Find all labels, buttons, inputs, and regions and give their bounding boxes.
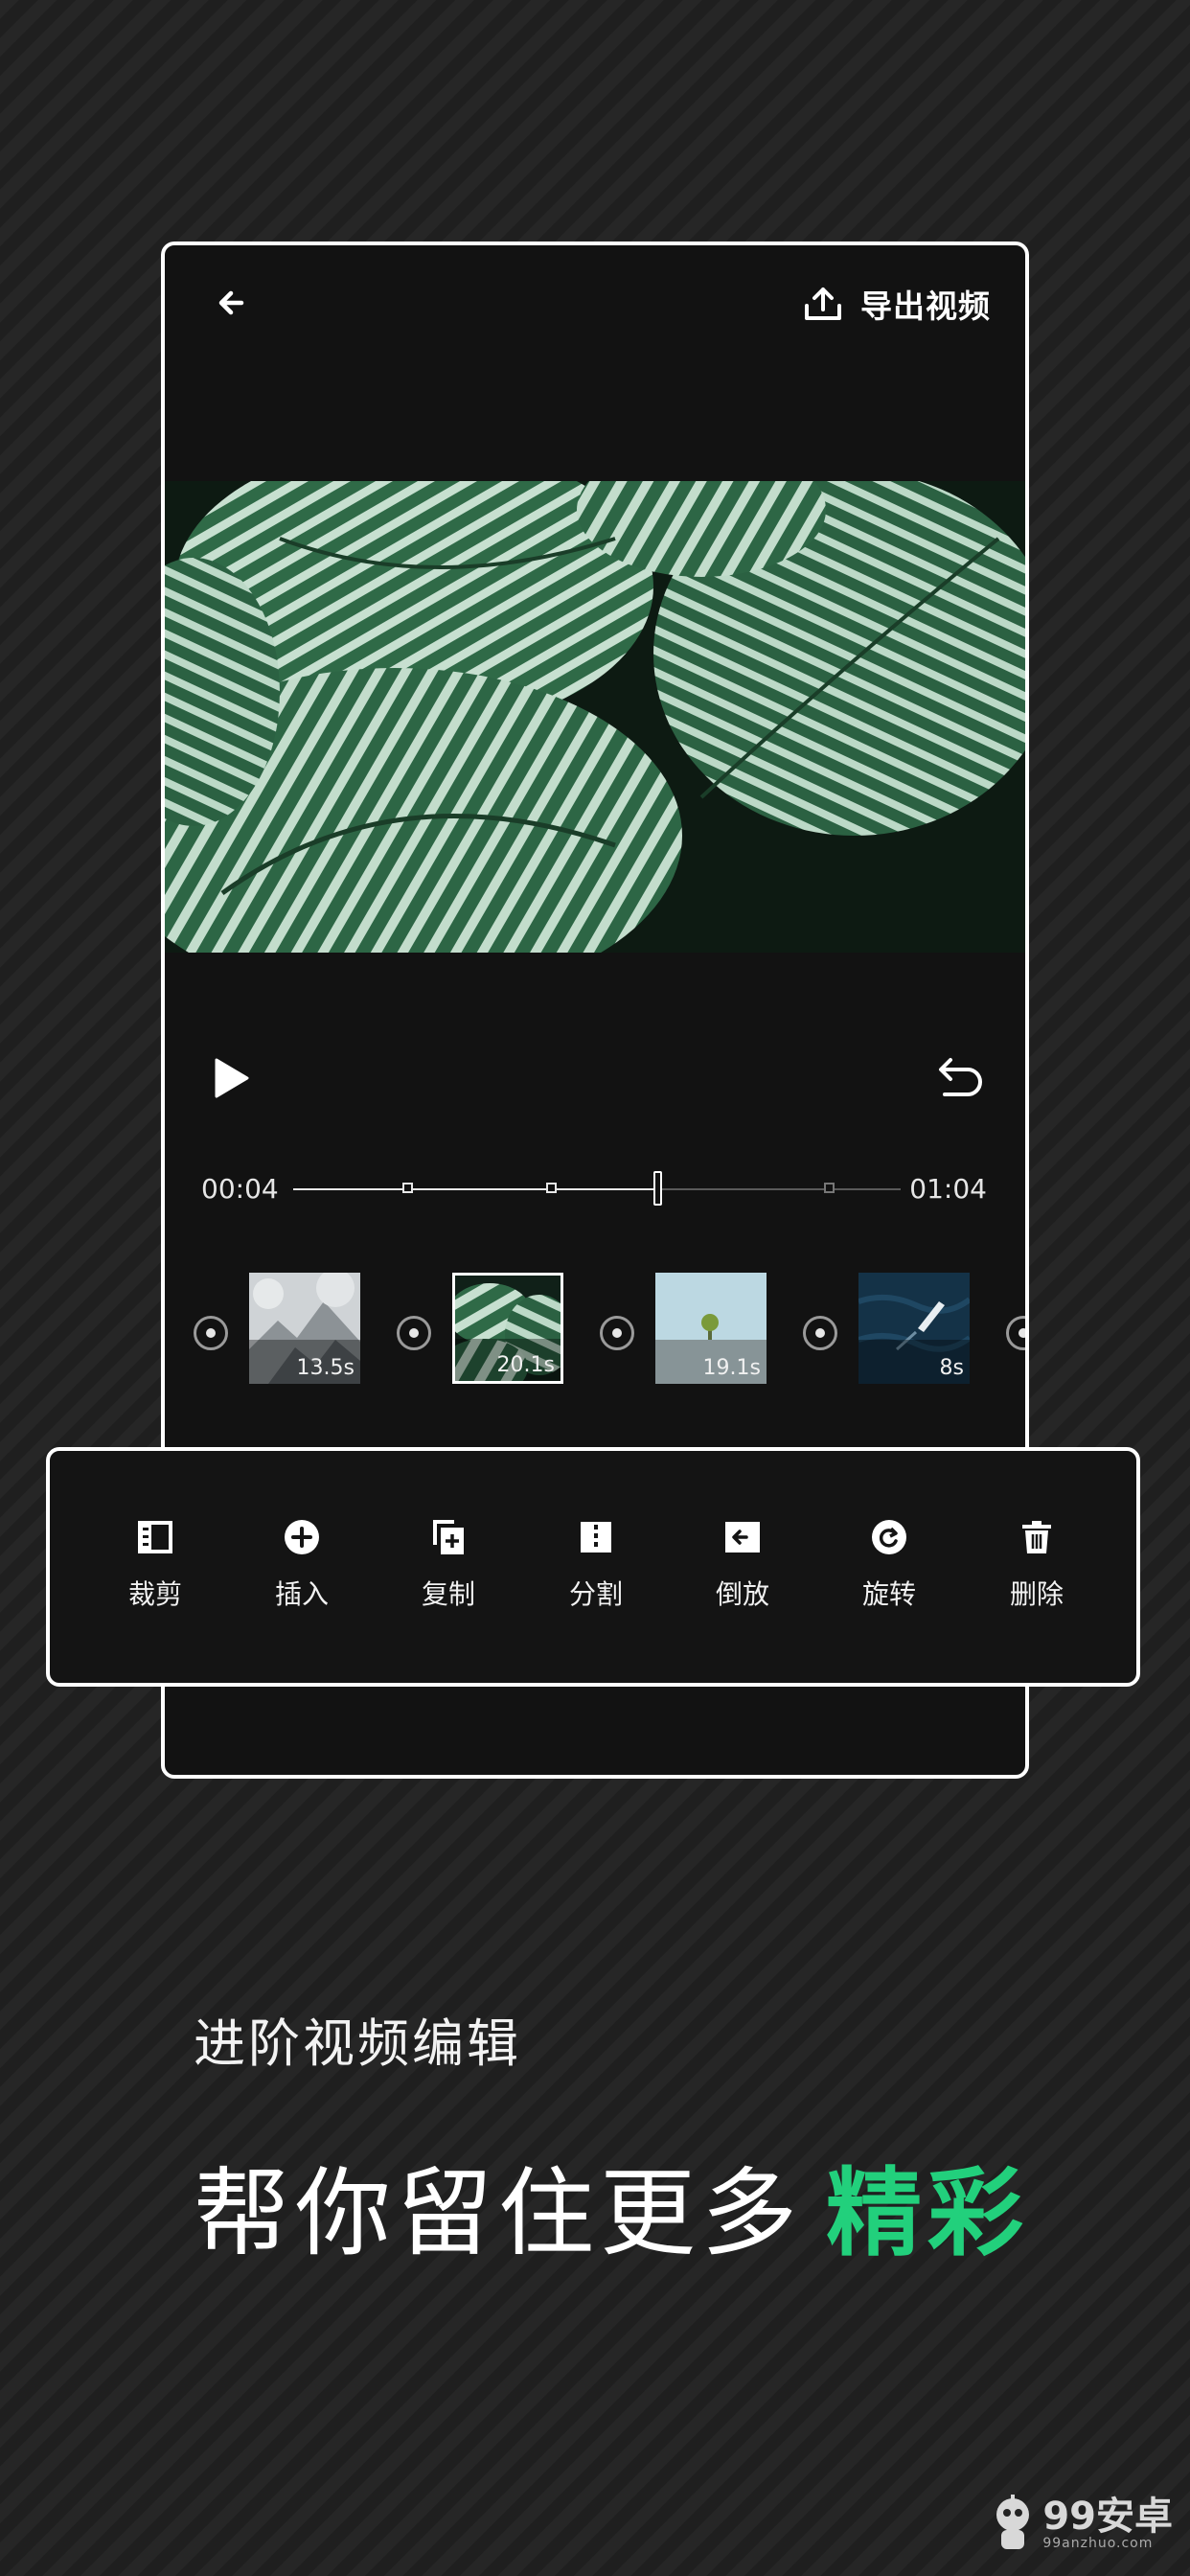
clip-thumbnail[interactable]: 13.5s xyxy=(249,1273,360,1384)
clip-thumbnail[interactable]: 8s xyxy=(858,1273,970,1384)
watermark-text: 99安卓 99anzhuo.com xyxy=(1042,2497,1173,2551)
tool-copy[interactable]: 复制 xyxy=(391,1516,506,1612)
clip-strip: 13.5s 20.1s 19.1s 8s xyxy=(194,1273,1025,1393)
clip-duration: 8s xyxy=(939,1356,964,1380)
clip-boundary-marker xyxy=(402,1183,413,1193)
undo-button[interactable] xyxy=(935,1052,987,1104)
scrubber-played-track xyxy=(293,1188,661,1190)
watermark-brand: 99安卓 xyxy=(1042,2495,1173,2539)
tool-crop[interactable]: 裁剪 xyxy=(98,1516,213,1612)
edit-toolbar: 裁剪 插入 复制 分割 倒放 旋转 删除 xyxy=(46,1447,1140,1687)
clip-duration: 19.1s xyxy=(702,1356,761,1380)
crop-icon xyxy=(138,1521,172,1553)
insert-point-button[interactable] xyxy=(600,1316,634,1350)
promo-headline-text: 帮你留住更多 xyxy=(194,2157,803,2269)
tool-label: 倒放 xyxy=(715,1578,769,1610)
export-video-label: 导出视频 xyxy=(860,288,991,325)
total-time: 01:04 xyxy=(909,1173,987,1205)
tool-label: 旋转 xyxy=(861,1578,916,1610)
tool-label: 分割 xyxy=(568,1578,623,1610)
insert-point-button[interactable] xyxy=(803,1316,837,1350)
clip-boundary-marker xyxy=(546,1183,557,1193)
tool-reverse[interactable]: 倒放 xyxy=(685,1516,800,1612)
tool-label: 复制 xyxy=(421,1578,475,1610)
tool-insert[interactable]: 插入 xyxy=(244,1516,359,1612)
undo-icon xyxy=(939,1058,982,1096)
copy-icon xyxy=(433,1520,464,1554)
arrow-left-icon xyxy=(218,290,244,315)
reverse-icon xyxy=(725,1522,760,1552)
clip-duration: 13.5s xyxy=(296,1356,355,1380)
promo-subtitle: 进阶视频编辑 xyxy=(194,2013,521,2074)
export-video-button[interactable]: 导出视频 xyxy=(803,280,991,328)
insert-point-button[interactable] xyxy=(1006,1316,1025,1350)
tool-label: 插入 xyxy=(274,1578,329,1610)
clip-thumbnail[interactable]: 19.1s xyxy=(655,1273,767,1384)
watermark: 99安卓 99anzhuo.com xyxy=(991,2494,1173,2555)
clip-duration: 20.1s xyxy=(496,1353,555,1377)
scrubber-remaining-track xyxy=(661,1188,901,1190)
tool-rotate[interactable]: 旋转 xyxy=(832,1516,947,1612)
clip-thumbnail-selected[interactable]: 20.1s xyxy=(452,1273,563,1384)
play-icon xyxy=(215,1058,249,1098)
video-preview[interactable] xyxy=(165,481,1025,953)
promo-headline-accent: 精彩 xyxy=(826,2157,1029,2269)
monstera-leaves-image xyxy=(165,481,1025,953)
tool-delete[interactable]: 删除 xyxy=(979,1516,1094,1612)
rotate-icon xyxy=(872,1520,906,1554)
clip-boundary-marker xyxy=(824,1183,835,1193)
timeline-scrubber[interactable] xyxy=(293,1165,901,1213)
upload-icon xyxy=(805,288,841,320)
play-button[interactable] xyxy=(211,1056,251,1100)
insert-point-button[interactable] xyxy=(397,1316,431,1350)
current-time: 00:04 xyxy=(201,1173,279,1205)
back-button[interactable] xyxy=(213,282,255,324)
tool-split[interactable]: 分割 xyxy=(538,1516,653,1612)
robot-mascot-icon xyxy=(996,2495,1030,2549)
trash-icon xyxy=(1022,1521,1051,1553)
insert-point-button[interactable] xyxy=(194,1316,228,1350)
tool-label: 删除 xyxy=(1009,1578,1064,1610)
insert-plus-icon xyxy=(285,1520,319,1554)
promo-headline: 帮你留住更多 精彩 xyxy=(194,2135,1029,2274)
split-icon xyxy=(581,1522,611,1552)
playhead-handle[interactable] xyxy=(653,1171,662,1206)
tool-label: 裁剪 xyxy=(127,1578,182,1610)
